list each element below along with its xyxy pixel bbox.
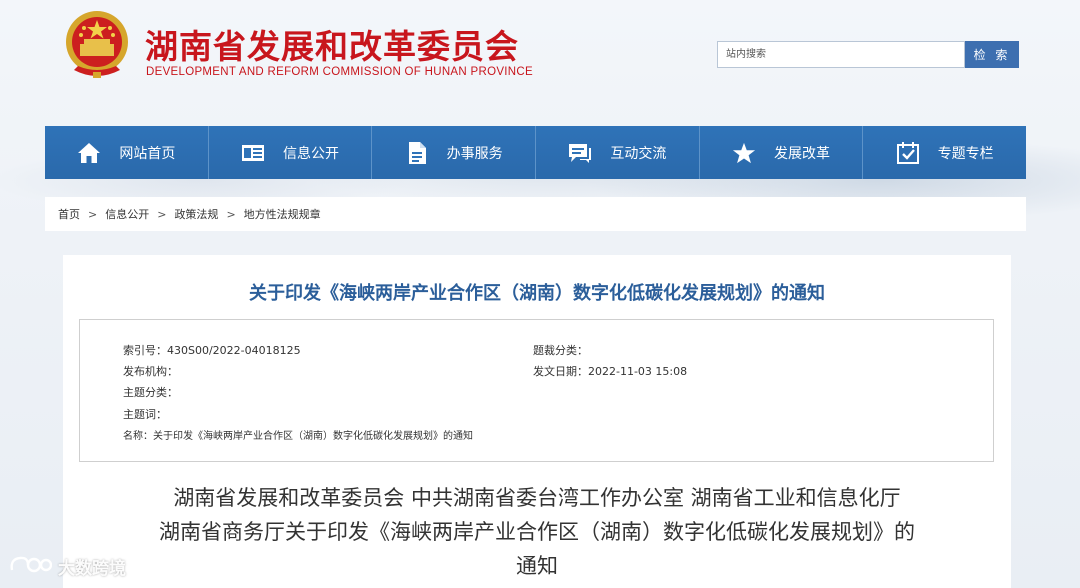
site-header: 湖南省发展和改革委员会 DEVELOPMENT AND REFORM COMMI… [0, 0, 1080, 110]
meta-publisher: 发布机构： [123, 365, 178, 378]
breadcrumb-separator: > [88, 207, 98, 221]
search-input[interactable] [717, 41, 965, 68]
nav-item-development-reform[interactable]: 发展改革 [700, 126, 864, 179]
watermark-logo-icon [8, 553, 53, 580]
search-button[interactable]: 检 索 [965, 41, 1019, 68]
star-icon [732, 141, 756, 165]
nav-label: 专题专栏 [937, 145, 994, 162]
breadcrumb-home[interactable]: 首页 [58, 206, 80, 222]
calendar-check-icon [896, 141, 920, 165]
nav-item-info-disclosure[interactable]: 信息公开 [209, 126, 373, 179]
nav-item-interaction[interactable]: 互动交流 [536, 126, 700, 179]
site-title[interactable]: 湖南省发展和改革委员会 [145, 20, 519, 68]
breadcrumb: 首页 > 信息公开 > 政策法规 > 地方性法规规章 [45, 197, 1026, 231]
site-subtitle: DEVELOPMENT AND REFORM COMMISSION OF HUN… [146, 66, 533, 78]
breadcrumb-separator: > [157, 207, 167, 221]
site-search: 检 索 [717, 41, 1019, 68]
nav-label: 办事服务 [446, 145, 503, 162]
national-emblem-logo[interactable] [62, 8, 132, 82]
id-card-icon [241, 141, 265, 165]
home-icon [77, 141, 101, 165]
meta-publish-date: 发文日期：2022-11-03 15:08 [533, 365, 688, 378]
nav-item-special-topics[interactable]: 专题专栏 [863, 126, 1026, 179]
body-heading-line: 湖南省发展和改革委员会 中共湖南省委台湾工作办公室 湖南省工业和信息化厅 [173, 486, 901, 510]
meta-name: 名称：关于印发《海峡两岸产业合作区（湖南）数字化低碳化发展规划》的通知 [123, 431, 473, 442]
chat-icon [568, 141, 592, 165]
watermark: 大数跨境 [8, 553, 126, 580]
nav-item-home[interactable]: 网站首页 [45, 126, 209, 179]
article-title: 关于印发《海峡两岸产业合作区（湖南）数字化低碳化发展规划》的通知 [249, 283, 825, 304]
meta-index-no: 索引号：430S00/2022-04018125 [123, 344, 301, 357]
article-meta-box: 索引号：430S00/2022-04018125 题裁分类： 发布机构： 发文日… [79, 319, 994, 462]
meta-topic-category: 主题分类： [123, 386, 178, 399]
meta-keywords: 主题词： [123, 408, 167, 421]
nav-label: 互动交流 [610, 145, 667, 162]
nav-label: 发展改革 [774, 145, 831, 162]
nav-item-services[interactable]: 办事服务 [372, 126, 537, 179]
body-heading-line: 通知 [516, 554, 558, 578]
body-heading: 湖南省发展和改革委员会 中共湖南省委台湾工作办公室 湖南省工业和信息化厅 湖南省… [63, 481, 1011, 583]
body-heading-line: 湖南省商务厅关于印发《海峡两岸产业合作区（湖南）数字化低碳化发展规划》的 [159, 520, 915, 544]
breadcrumb-local-regulations[interactable]: 地方性法规规章 [244, 206, 321, 222]
breadcrumb-separator: > [226, 207, 236, 221]
nav-label: 网站首页 [119, 145, 176, 162]
breadcrumb-policies[interactable]: 政策法规 [174, 206, 218, 222]
meta-category: 题裁分类： [533, 344, 588, 357]
watermark-text: 大数跨境 [58, 559, 126, 579]
nav-label: 信息公开 [283, 145, 339, 162]
main-nav: 网站首页 信息公开 办事服务 互动交流 发展改革 专题专栏 [45, 126, 1026, 179]
article-panel: 关于印发《海峡两岸产业合作区（湖南）数字化低碳化发展规划》的通知 索引号：430… [63, 255, 1011, 588]
breadcrumb-info-disclosure[interactable]: 信息公开 [105, 206, 149, 222]
document-icon [405, 141, 429, 165]
